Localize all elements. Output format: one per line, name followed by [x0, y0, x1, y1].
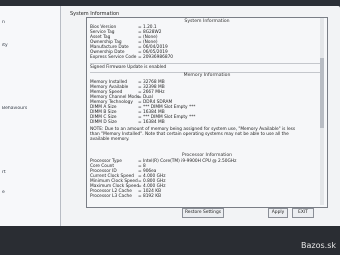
sidebar-item[interactable]: n — [0, 20, 62, 25]
info-row: Processor L3 Cache = 8192 KB — [90, 194, 162, 199]
sidebar-item[interactable]: e — [0, 190, 62, 195]
sidebar-item[interactable]: ity — [0, 43, 62, 48]
restore-settings-button[interactable]: Restore Settings — [182, 208, 224, 218]
divider — [90, 63, 324, 64]
info-row: Express Service Code = 20936986870 — [90, 55, 174, 60]
scrollbar-thumb[interactable] — [320, 58, 324, 128]
system-information-panel: System Information Bios Version = 1.20.1 … — [86, 17, 328, 208]
laptop-bottom-bezel — [0, 226, 340, 255]
settings-sidebar: n ity Behaviours rt e — [0, 6, 61, 252]
memory-information-heading: Memory Information — [183, 73, 231, 78]
memory-note-line: available memory. — [90, 137, 130, 142]
apply-button[interactable]: Apply — [268, 208, 288, 218]
watermark-text: Bazos.sk — [301, 241, 336, 250]
panel-scrollbar[interactable] — [320, 18, 324, 205]
sidebar-item[interactable]: rt — [0, 170, 62, 175]
sidebar-item-behaviours[interactable]: Behaviours — [0, 106, 62, 111]
exit-button[interactable]: EXIT — [292, 208, 314, 218]
signed-firmware-text: Signed Firmware Update is enabled — [90, 65, 167, 70]
processor-information-heading: Processor Information — [181, 153, 233, 158]
system-information-heading: System Information — [184, 19, 230, 24]
info-row: DIMM D Size = 16384 MB — [90, 120, 165, 125]
